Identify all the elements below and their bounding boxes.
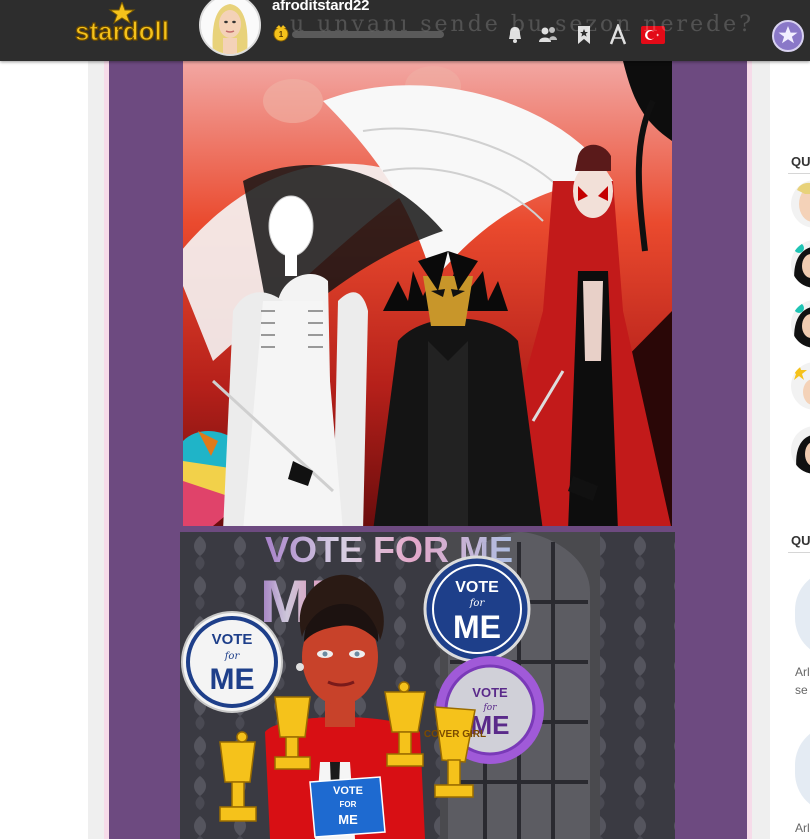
sidebar-divider	[788, 173, 810, 174]
svg-text:FOR: FOR	[340, 800, 357, 809]
svg-text:ME: ME	[210, 663, 255, 696]
svg-text:ME: ME	[338, 812, 358, 827]
star-badge-icon[interactable]	[772, 20, 804, 52]
post-image-vote-collage[interactable]: VOTE FOR ME ME VOTE for ME VOTE for ME	[180, 532, 675, 839]
sidebar-thumbnail-1[interactable]	[791, 180, 810, 228]
vote-badge-left: VOTE for ME	[181, 611, 283, 713]
post-image-angel-wings[interactable]	[183, 61, 672, 526]
sidebar-thumbnail-5[interactable]	[791, 426, 810, 474]
sidebar-article-text-2[interactable]: Arl	[795, 821, 810, 835]
svg-text:COVER GIRL: COVER GIRL	[424, 729, 486, 740]
svg-text:1: 1	[279, 30, 284, 39]
level-badge-icon: 1	[273, 25, 289, 42]
sidebar-article-image-1[interactable]	[795, 570, 810, 658]
sidebar-article-text-1b: se	[795, 683, 808, 697]
sidebar-heading-1: QU	[791, 154, 810, 169]
sidebar-thumbnail-3[interactable]	[791, 300, 810, 348]
sidebar-divider	[788, 552, 810, 553]
svg-text:VOTE: VOTE	[472, 685, 508, 700]
vote-ribbon: VOTE FOR ME	[309, 776, 386, 838]
svg-text:stardoll: stardoll	[75, 16, 169, 46]
sidebar-thumbnail-4[interactable]	[791, 362, 810, 410]
right-page-margin	[752, 61, 770, 839]
faded-title-text: u unvanı sende bu sezon nerede?	[290, 12, 754, 37]
sidebar-heading-2: QU	[791, 533, 810, 548]
sidebar-article-text-1[interactable]: Arl	[795, 665, 810, 679]
svg-text:for: for	[469, 598, 486, 609]
svg-text:VOTE: VOTE	[455, 579, 499, 596]
svg-text:ME: ME	[453, 609, 501, 645]
svg-text:VOTE: VOTE	[212, 631, 253, 648]
svg-text:VOTE: VOTE	[333, 785, 363, 797]
user-avatar[interactable]	[199, 0, 261, 56]
vote-badge-right: VOTE for ME	[423, 555, 531, 663]
sidebar-thumbnail-2[interactable]	[791, 240, 810, 288]
sidebar-article-image-2[interactable]	[795, 725, 810, 813]
stardoll-logo[interactable]: stardoll	[66, 2, 178, 46]
left-page-margin	[88, 61, 104, 839]
svg-text:for: for	[224, 651, 241, 662]
